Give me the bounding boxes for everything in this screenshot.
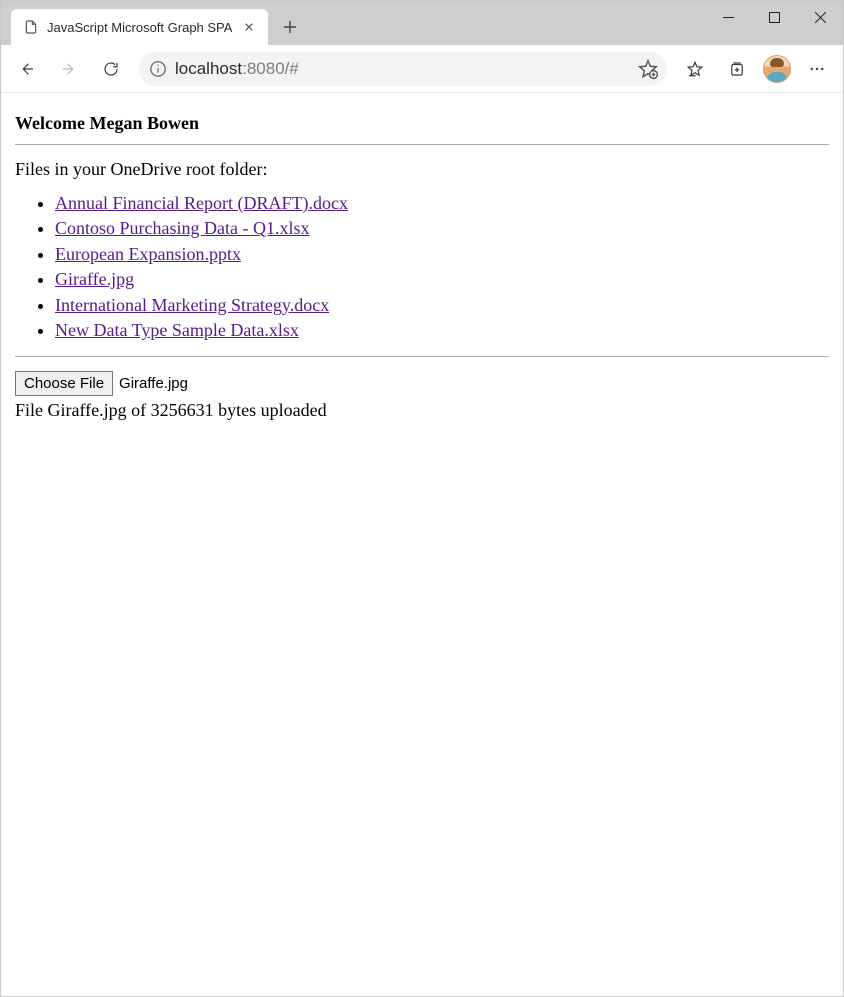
list-item: Giraffe.jpg [55, 268, 829, 291]
url-path: :8080/# [242, 59, 299, 78]
forward-button[interactable] [49, 49, 89, 89]
add-favorite-icon[interactable] [637, 58, 659, 80]
window-controls [705, 1, 843, 33]
chosen-file-name: Giraffe.jpg [119, 375, 188, 392]
file-upload-row: Choose File Giraffe.jpg [15, 371, 829, 396]
page-favicon-icon [23, 19, 39, 35]
browser-tab[interactable]: JavaScript Microsoft Graph SPA [11, 9, 268, 45]
divider [15, 144, 829, 145]
user-name: Megan Bowen [89, 113, 199, 133]
url-host: localhost [175, 59, 242, 78]
collections-button[interactable] [717, 49, 757, 89]
window-minimize-button[interactable] [705, 1, 751, 33]
welcome-heading: Welcome Megan Bowen [15, 113, 829, 134]
window-close-button[interactable] [797, 1, 843, 33]
divider [15, 356, 829, 357]
title-bar: JavaScript Microsoft Graph SPA [1, 1, 843, 45]
settings-menu-button[interactable] [797, 49, 837, 89]
file-link[interactable]: International Marketing Strategy.docx [55, 295, 329, 315]
profile-avatar[interactable] [763, 55, 791, 83]
list-item: Annual Financial Report (DRAFT).docx [55, 192, 829, 215]
welcome-prefix: Welcome [15, 113, 89, 133]
file-list: Annual Financial Report (DRAFT).docx Con… [15, 192, 829, 342]
favorites-button[interactable] [675, 49, 715, 89]
url-text: localhost:8080/# [175, 59, 629, 79]
page-content: Welcome Megan Bowen Files in your OneDri… [1, 93, 843, 996]
tab-title: JavaScript Microsoft Graph SPA [47, 20, 232, 35]
list-item: Contoso Purchasing Data - Q1.xlsx [55, 217, 829, 240]
list-item: European Expansion.pptx [55, 243, 829, 266]
browser-toolbar: localhost:8080/# [1, 45, 843, 93]
refresh-button[interactable] [91, 49, 131, 89]
site-info-icon[interactable] [149, 60, 167, 78]
list-item: International Marketing Strategy.docx [55, 294, 829, 317]
new-tab-button[interactable] [274, 11, 306, 43]
file-link[interactable]: New Data Type Sample Data.xlsx [55, 320, 299, 340]
file-link[interactable]: European Expansion.pptx [55, 244, 241, 264]
files-heading: Files in your OneDrive root folder: [15, 159, 829, 180]
choose-file-button[interactable]: Choose File [15, 371, 113, 396]
file-link[interactable]: Contoso Purchasing Data - Q1.xlsx [55, 218, 309, 238]
tab-close-button[interactable] [240, 18, 258, 36]
tab-strip: JavaScript Microsoft Graph SPA [1, 1, 306, 45]
browser-window: JavaScript Microsoft Graph SPA [0, 0, 844, 997]
window-maximize-button[interactable] [751, 1, 797, 33]
file-link[interactable]: Annual Financial Report (DRAFT).docx [55, 193, 348, 213]
upload-status: File Giraffe.jpg of 3256631 bytes upload… [15, 400, 829, 421]
back-button[interactable] [7, 49, 47, 89]
file-link[interactable]: Giraffe.jpg [55, 269, 134, 289]
address-bar[interactable]: localhost:8080/# [139, 52, 667, 86]
list-item: New Data Type Sample Data.xlsx [55, 319, 829, 342]
